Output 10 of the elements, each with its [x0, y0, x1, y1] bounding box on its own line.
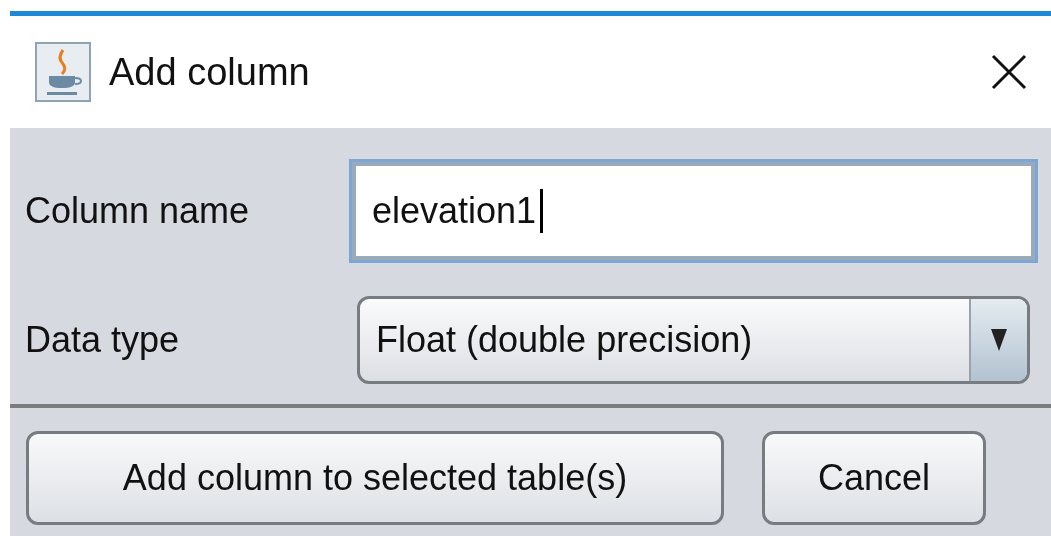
- field-label: Data type: [25, 319, 181, 361]
- app-icon: [35, 42, 91, 102]
- text-field[interactable]: elevation1: [352, 162, 1035, 260]
- dropdown[interactable]: Float (double precision): [357, 296, 1030, 384]
- window-title: Add column: [109, 50, 310, 94]
- cancel-button[interactable]: Cancel: [762, 431, 986, 525]
- close-icon[interactable]: [991, 54, 1027, 90]
- add-button[interactable]: Add column to selected table(s): [26, 431, 724, 525]
- caret-icon: [991, 329, 1007, 351]
- field-label: Column name: [25, 190, 251, 232]
